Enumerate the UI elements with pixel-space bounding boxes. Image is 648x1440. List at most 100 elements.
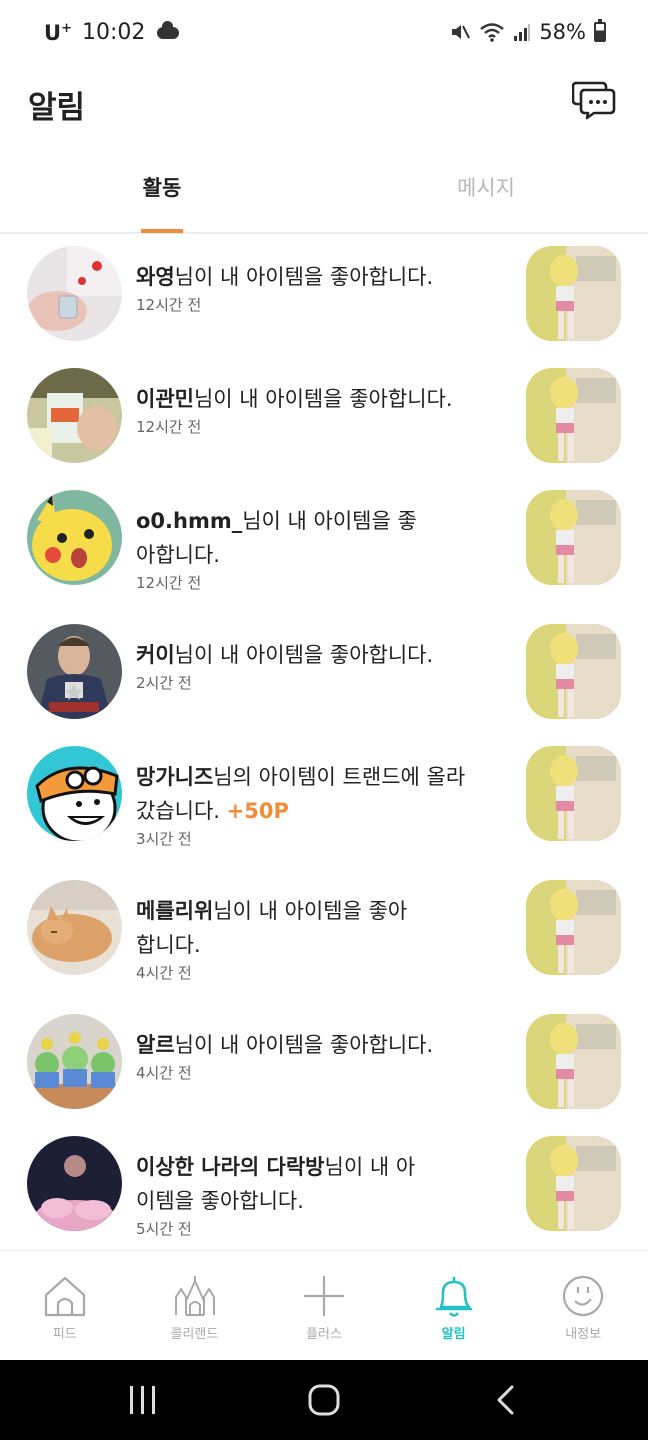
bell-icon xyxy=(435,1277,473,1317)
notification-message: o0.hmm_님이 내 아이템을 좋아합니다. xyxy=(136,504,426,572)
system-navigation-bar xyxy=(0,1360,648,1440)
notification-item[interactable]: 와영님이 내 아이템을 좋아합니다. 12시간 전 xyxy=(0,246,648,366)
username: 이상한 나라의 다락방 xyxy=(136,1155,325,1179)
status-right: 58% xyxy=(449,19,606,44)
timestamp: 12시간 전 xyxy=(136,574,202,592)
username: 와영 xyxy=(136,265,175,289)
battery-icon xyxy=(594,19,606,42)
username: 이관민 xyxy=(136,387,194,411)
notification-message: 이관민님이 내 아이템을 좋아합니다. xyxy=(136,382,506,416)
smiley-icon xyxy=(563,1275,604,1317)
notification-text: 알르님이 내 아이템을 좋아합니다. 4시간 전 xyxy=(136,1028,506,1084)
username: 커이 xyxy=(136,643,175,667)
nav-colliland-label: 콜리랜드 xyxy=(170,1327,219,1342)
item-thumbnail[interactable] xyxy=(526,1014,621,1109)
avatar[interactable] xyxy=(27,624,122,719)
notification-item[interactable]: o0.hmm_님이 내 아이템을 좋아합니다. 12시간 전 xyxy=(0,490,648,624)
item-thumbnail[interactable] xyxy=(526,368,621,463)
avatar[interactable] xyxy=(27,246,122,341)
item-thumbnail[interactable] xyxy=(526,746,621,841)
points-badge: +50P xyxy=(226,799,289,823)
nav-notifications[interactable]: 알림 xyxy=(389,1251,519,1361)
recent-apps-icon xyxy=(130,1386,155,1414)
avatar[interactable] xyxy=(27,368,122,463)
carrier-label: U+ xyxy=(44,20,72,45)
timestamp: 4시간 전 xyxy=(136,964,192,982)
message-body: 님이 내 아이템을 좋아합니다. xyxy=(174,265,434,289)
tab-messages-label: 메시지 xyxy=(457,176,515,200)
username: 알르 xyxy=(136,1033,175,1057)
cloud-icon xyxy=(157,20,180,39)
username: o0.hmm_ xyxy=(136,509,243,533)
nav-colliland[interactable]: 콜리랜드 xyxy=(130,1251,260,1361)
notification-text: 커이님이 내 아이템을 좋아합니다. 2시간 전 xyxy=(136,638,506,694)
page-title: 알림 xyxy=(28,90,86,126)
notification-message: 와영님이 내 아이템을 좋아합니다. xyxy=(136,260,506,294)
tab-activity-label: 활동 xyxy=(142,176,182,200)
notification-text: 이상한 나라의 다락방님이 내 아이템을 좋아합니다. 5시간 전 xyxy=(136,1150,506,1240)
signal-icon xyxy=(514,24,531,41)
avatar[interactable] xyxy=(27,1014,122,1109)
bottom-navigation: 피드 콜리랜드 플러스 알림 내정보 xyxy=(0,1250,648,1360)
username: 망가니즈 xyxy=(136,765,214,789)
notification-message: 메를리위님이 내 아이템을 좋아합니다. xyxy=(136,894,426,962)
nav-feed[interactable]: 피드 xyxy=(0,1251,130,1361)
home-icon xyxy=(44,1276,86,1317)
castle-icon xyxy=(174,1276,215,1316)
header: 알림 xyxy=(0,68,648,144)
notification-text: 와영님이 내 아이템을 좋아합니다. 12시간 전 xyxy=(136,260,506,316)
back-chevron-icon xyxy=(497,1385,514,1415)
notification-item[interactable]: 이관민님이 내 아이템을 좋아합니다. 12시간 전 xyxy=(0,368,648,488)
home-circle-icon xyxy=(308,1384,340,1416)
wifi-icon xyxy=(480,23,505,42)
avatar[interactable] xyxy=(27,746,122,841)
item-thumbnail[interactable] xyxy=(526,880,621,975)
timestamp: 2시간 전 xyxy=(136,674,192,692)
chat-bubbles-icon xyxy=(571,81,616,120)
timestamp: 12시간 전 xyxy=(136,418,202,436)
notification-item[interactable]: 커이님이 내 아이템을 좋아합니다. 2시간 전 xyxy=(0,624,648,744)
timestamp: 3시간 전 xyxy=(136,830,192,848)
nav-notifications-label: 알림 xyxy=(441,1327,466,1342)
home-button[interactable] xyxy=(308,1384,340,1416)
item-thumbnail[interactable] xyxy=(526,624,621,719)
nav-feed-label: 피드 xyxy=(52,1327,77,1342)
tab-messages[interactable]: 메시지 xyxy=(324,146,648,232)
avatar[interactable] xyxy=(27,490,122,585)
tab-active-indicator xyxy=(141,229,183,233)
message-body: 님이 내 아이템을 좋아합니다. xyxy=(193,387,453,411)
nav-my-info-label: 내정보 xyxy=(565,1327,602,1342)
notification-item[interactable]: 알르님이 내 아이템을 좋아합니다. 4시간 전 xyxy=(0,1014,648,1134)
tab-activity[interactable]: 활동 xyxy=(0,146,324,233)
item-thumbnail[interactable] xyxy=(526,1136,621,1231)
avatar[interactable] xyxy=(27,880,122,975)
status-left: U+ 10:02 xyxy=(44,20,180,45)
notification-item[interactable]: 이상한 나라의 다락방님이 내 아이템을 좋아합니다. 5시간 전 xyxy=(0,1136,648,1246)
back-button[interactable] xyxy=(494,1384,518,1416)
notification-item[interactable]: 망가니즈님의 아이템이 트랜드에 올라갔습니다. +50P 3시간 전 xyxy=(0,746,648,880)
nav-my-info[interactable]: 내정보 xyxy=(518,1251,648,1361)
chat-button[interactable] xyxy=(571,80,616,120)
notification-text: 이관민님이 내 아이템을 좋아합니다. 12시간 전 xyxy=(136,382,506,438)
notification-text: 메를리위님이 내 아이템을 좋아합니다. 4시간 전 xyxy=(136,894,506,984)
message-body: 님이 내 아이템을 좋아합니다. xyxy=(174,643,434,667)
recent-apps-button[interactable] xyxy=(128,1384,158,1416)
plus-icon xyxy=(304,1276,345,1316)
notification-item[interactable]: 메를리위님이 내 아이템을 좋아합니다. 4시간 전 xyxy=(0,880,648,1014)
timestamp: 4시간 전 xyxy=(136,1064,192,1082)
item-thumbnail[interactable] xyxy=(526,246,621,341)
timestamp: 5시간 전 xyxy=(136,1220,192,1238)
nav-plus[interactable]: 플러스 xyxy=(259,1251,389,1361)
notification-text: o0.hmm_님이 내 아이템을 좋아합니다. 12시간 전 xyxy=(136,504,506,594)
timestamp: 12시간 전 xyxy=(136,296,202,314)
clock: 10:02 xyxy=(81,20,146,45)
avatar[interactable] xyxy=(27,1136,122,1231)
item-thumbnail[interactable] xyxy=(526,490,621,585)
message-body: 님이 내 아이템을 좋아합니다. xyxy=(174,1033,434,1057)
notification-message: 이상한 나라의 다락방님이 내 아이템을 좋아합니다. xyxy=(136,1150,426,1218)
battery-percent: 58% xyxy=(539,20,586,44)
username: 메를리위 xyxy=(136,899,214,923)
notification-message: 알르님이 내 아이템을 좋아합니다. xyxy=(136,1028,506,1062)
nav-plus-label: 플러스 xyxy=(306,1327,342,1342)
notification-message: 커이님이 내 아이템을 좋아합니다. xyxy=(136,638,506,672)
